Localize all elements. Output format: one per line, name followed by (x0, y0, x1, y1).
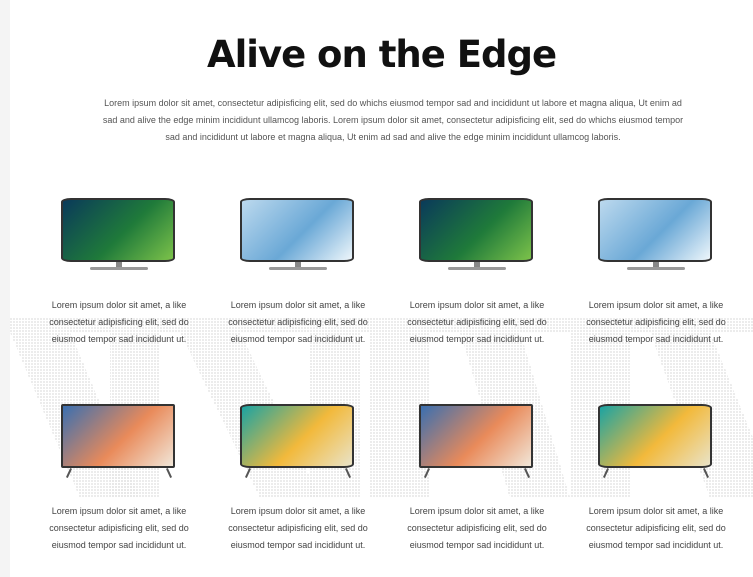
tv-stand-base (90, 267, 148, 270)
product-card[interactable]: Lorem ipsum dolor sit amet, a like conse… (30, 192, 208, 398)
tv-stand-base (627, 267, 685, 270)
tv-curved-beach-icon[interactable] (591, 398, 721, 478)
tv-screen (61, 404, 175, 468)
tv-leg-left (423, 468, 431, 478)
product-description: Lorem ipsum dolor sit amet, a like conse… (49, 300, 189, 344)
product-card[interactable]: Lorem ipsum dolor sit amet, a like conse… (567, 192, 745, 398)
product-description: Lorem ipsum dolor sit amet, a like conse… (228, 506, 368, 550)
product-description: Lorem ipsum dolor sit amet, a like conse… (228, 300, 368, 344)
tv-curved-beach-icon[interactable] (233, 398, 363, 478)
tv-screen (61, 198, 175, 262)
product-section: Alive on the Edge Lorem ipsum dolor sit … (10, 0, 753, 577)
tv-screen (240, 404, 354, 468)
tv-leg-right (344, 468, 352, 478)
tv-screen (419, 404, 533, 468)
tv-curved-ice-icon[interactable] (233, 192, 363, 272)
product-description: Lorem ipsum dolor sit amet, a like conse… (586, 506, 726, 550)
tv-leg-right (523, 468, 531, 478)
tv-leg-left (65, 468, 73, 478)
tv-leg-right (702, 468, 710, 478)
tv-screen (598, 198, 712, 262)
product-card[interactable]: Lorem ipsum dolor sit amet, a like conse… (388, 398, 566, 577)
tv-curved-ice-icon[interactable] (591, 192, 721, 272)
product-card[interactable]: Lorem ipsum dolor sit amet, a like conse… (209, 398, 387, 577)
tv-flat-canyon-icon[interactable] (54, 398, 184, 478)
product-grid: Lorem ipsum dolor sit amet, a like conse… (30, 192, 730, 577)
product-description: Lorem ipsum dolor sit amet, a like conse… (586, 300, 726, 344)
product-description: Lorem ipsum dolor sit amet, a like conse… (407, 300, 547, 344)
product-card[interactable]: Lorem ipsum dolor sit amet, a like conse… (30, 398, 208, 577)
tv-screen (240, 198, 354, 262)
section-title: Alive on the Edge (206, 33, 557, 76)
product-description: Lorem ipsum dolor sit amet, a like conse… (49, 506, 189, 550)
tv-screen (598, 404, 712, 468)
product-description: Lorem ipsum dolor sit amet, a like conse… (407, 506, 547, 550)
tv-screen (419, 198, 533, 262)
tv-leg-left (244, 468, 252, 478)
product-card[interactable]: Lorem ipsum dolor sit amet, a like conse… (209, 192, 387, 398)
tv-stand-base (269, 267, 327, 270)
product-card[interactable]: Lorem ipsum dolor sit amet, a like conse… (388, 192, 566, 398)
tv-curved-leaf-icon[interactable] (54, 192, 184, 272)
tv-curved-leaf-icon[interactable] (412, 192, 542, 272)
tv-leg-left (602, 468, 610, 478)
tv-stand-base (448, 267, 506, 270)
product-card[interactable]: Lorem ipsum dolor sit amet, a like conse… (567, 398, 745, 577)
tv-flat-canyon-icon[interactable] (412, 398, 542, 478)
tv-leg-right (165, 468, 173, 478)
section-intro: Lorem ipsum dolor sit amet, consectetur … (102, 98, 684, 142)
